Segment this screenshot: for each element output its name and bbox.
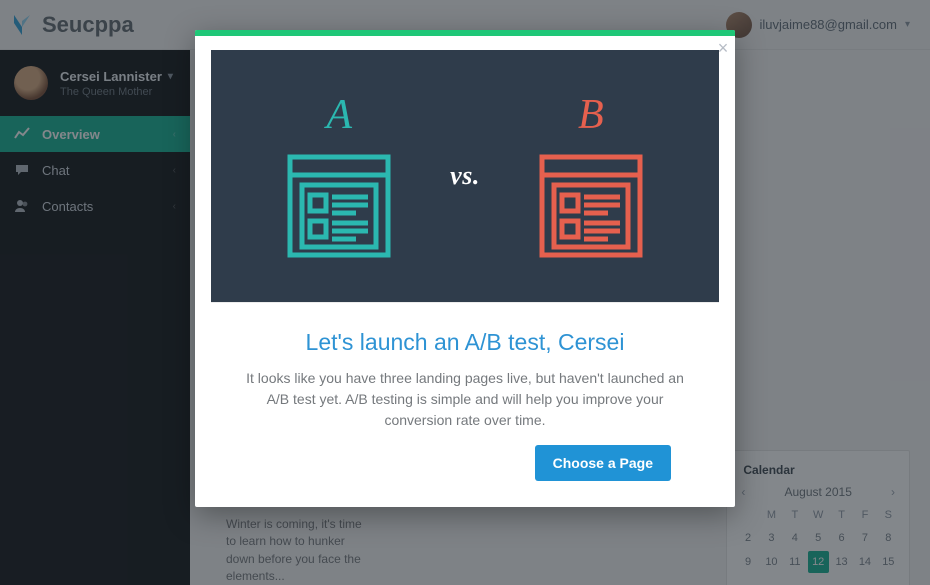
- choose-page-button[interactable]: Choose a Page: [535, 445, 671, 481]
- page-b-icon: [536, 151, 646, 261]
- modal: × A: [195, 30, 735, 507]
- modal-overlay[interactable]: × A: [0, 0, 930, 585]
- modal-text: It looks like you have three landing pag…: [241, 368, 689, 431]
- vs-label: vs.: [450, 161, 480, 191]
- variant-b: B: [536, 91, 646, 261]
- letter-b: B: [578, 91, 604, 139]
- letter-a: A: [326, 91, 352, 139]
- modal-hero: A vs.: [211, 50, 719, 302]
- variant-a: A: [284, 91, 394, 261]
- page-a-icon: [284, 151, 394, 261]
- modal-title: Let's launch an A/B test, Cersei: [241, 329, 689, 356]
